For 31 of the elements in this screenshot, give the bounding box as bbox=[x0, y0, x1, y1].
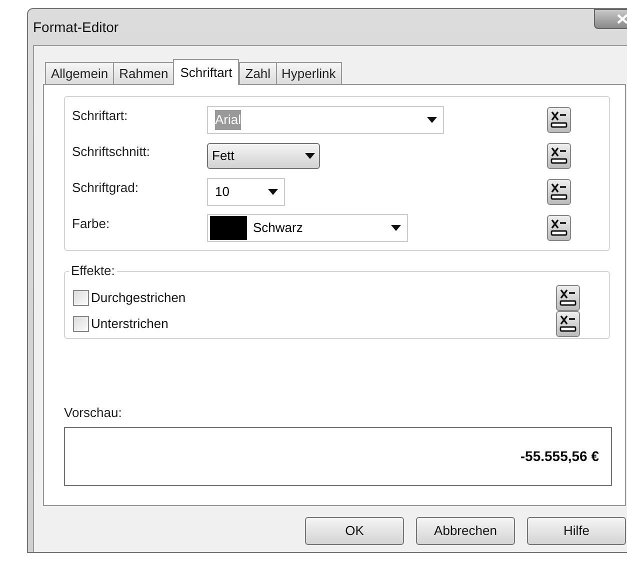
reset-button[interactable] bbox=[556, 285, 580, 311]
color-dropdown[interactable]: Schwarz bbox=[207, 214, 408, 242]
dialog-button[interactable]: Hilfe bbox=[527, 517, 626, 545]
caret-icon bbox=[305, 153, 315, 159]
style-dropdown[interactable]: Fett bbox=[207, 143, 320, 169]
tab[interactable]: Rahmen bbox=[113, 62, 174, 84]
dialog-button[interactable]: Abbrechen bbox=[416, 517, 515, 545]
tab[interactable]: Hyperlink bbox=[276, 62, 342, 84]
tab[interactable]: Schriftart bbox=[173, 59, 240, 85]
caret-icon bbox=[427, 117, 437, 123]
window-title: Format-Editor bbox=[33, 18, 119, 36]
close-icon bbox=[616, 14, 627, 24]
tab[interactable]: Zahl bbox=[239, 62, 277, 84]
field-label: Schriftart: bbox=[72, 107, 129, 125]
preview-value: -55.555,56 € bbox=[520, 447, 599, 466]
field-label: Schriftgrad: bbox=[72, 179, 140, 197]
preview-label: Vorschau: bbox=[64, 405, 123, 421]
field-label: Schriftschnitt: bbox=[72, 143, 152, 161]
checkbox[interactable]: Durchgestrichen bbox=[73, 288, 186, 308]
reset-button[interactable] bbox=[547, 107, 571, 133]
caret-icon bbox=[268, 189, 278, 195]
reset-button[interactable] bbox=[547, 179, 571, 205]
checkbox[interactable]: Unterstrichen bbox=[73, 314, 168, 334]
reset-button[interactable] bbox=[547, 215, 571, 241]
field-label: Farbe: bbox=[72, 215, 111, 233]
dialog-button[interactable]: OK bbox=[305, 517, 404, 545]
tab[interactable]: Allgemein bbox=[45, 62, 114, 84]
caret-icon bbox=[391, 225, 401, 231]
reset-button[interactable] bbox=[556, 311, 580, 337]
reset-button[interactable] bbox=[547, 143, 571, 169]
combo-box[interactable]: 10 bbox=[207, 178, 285, 206]
